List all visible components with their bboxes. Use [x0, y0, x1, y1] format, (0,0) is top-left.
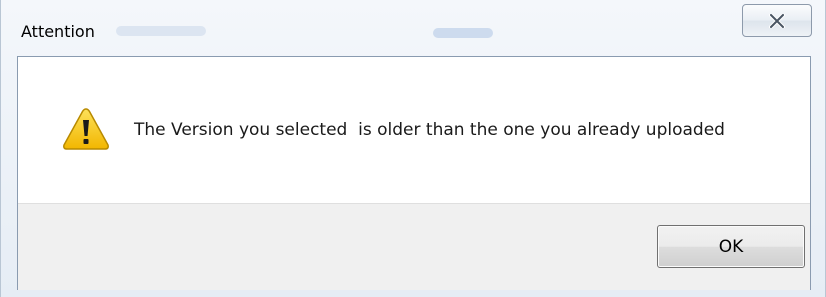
- dialog-body: The Version you selected is older than t…: [17, 56, 811, 290]
- ok-button[interactable]: OK: [657, 225, 805, 268]
- dialog-title: Attention: [21, 22, 95, 41]
- close-button[interactable]: [742, 4, 812, 37]
- title-bar[interactable]: Attention: [1, 0, 826, 56]
- background-blur: [433, 28, 493, 38]
- message-text: The Version you selected is older than t…: [134, 120, 725, 140]
- attention-dialog: Attention The Version you selected is ol…: [0, 0, 826, 297]
- button-bar: OK: [18, 203, 810, 290]
- close-icon: [769, 13, 785, 28]
- warning-icon: [62, 107, 110, 151]
- message-area: The Version you selected is older than t…: [18, 57, 810, 203]
- background-blur: [116, 26, 206, 36]
